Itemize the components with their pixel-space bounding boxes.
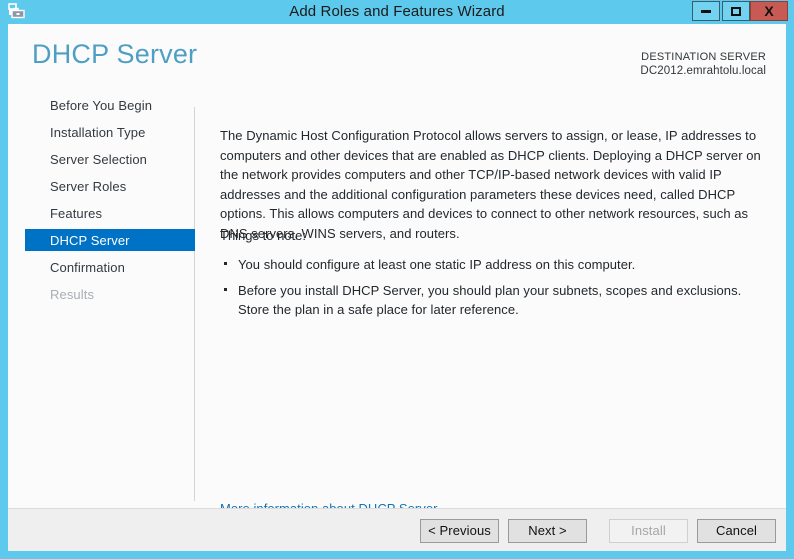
maximize-icon <box>731 6 741 16</box>
wizard-window: Add Roles and Features Wizard X DHCP Ser… <box>0 0 794 559</box>
page-title: DHCP Server <box>32 39 198 69</box>
maximize-button[interactable] <box>722 1 750 21</box>
sidebar-item-features[interactable]: Features <box>25 202 195 224</box>
list-item: You should configure at least one static… <box>220 255 773 275</box>
notes-list: You should configure at least one static… <box>220 255 773 326</box>
sidebar-item-results: Results <box>50 286 95 302</box>
page-body: Before You Begin Installation Type Serve… <box>8 85 786 516</box>
sidebar-item-server-selection[interactable]: Server Selection <box>25 148 195 170</box>
next-button[interactable]: Next > <box>508 519 587 543</box>
sidebar-item-dhcp-server[interactable]: DHCP Server <box>25 229 195 251</box>
page-header: DHCP Server DESTINATION SERVER DC2012.em… <box>8 24 786 85</box>
things-to-note-label: Things to note: <box>220 228 306 243</box>
sidebar-item-installation-type[interactable]: Installation Type <box>25 121 195 143</box>
main-content: The Dynamic Host Configuration Protocol … <box>195 85 786 516</box>
install-button: Install <box>609 519 688 543</box>
server-manager-icon <box>8 3 26 21</box>
destination-server-name: DC2012.emrahtolu.local <box>640 65 766 77</box>
minimize-button[interactable] <box>692 1 720 21</box>
footer-button-bar: < Previous Next > Install Cancel <box>8 508 786 551</box>
list-item: Before you install DHCP Server, you shou… <box>220 281 773 320</box>
intro-paragraph: The Dynamic Host Configuration Protocol … <box>220 128 761 241</box>
window-title: Add Roles and Features Wizard <box>289 3 505 20</box>
destination-server-block: DESTINATION SERVER DC2012.emrahtolu.loca… <box>640 50 766 78</box>
destination-server-label: DESTINATION SERVER <box>641 51 766 63</box>
sidebar-item-server-roles[interactable]: Server Roles <box>25 175 195 197</box>
sidebar-item-confirmation[interactable]: Confirmation <box>25 256 195 278</box>
title-bar: Add Roles and Features Wizard X <box>0 0 794 24</box>
previous-button[interactable]: < Previous <box>420 519 499 543</box>
close-button[interactable]: X <box>750 1 788 21</box>
cancel-button[interactable]: Cancel <box>697 519 776 543</box>
client-area: DHCP Server DESTINATION SERVER DC2012.em… <box>8 24 786 551</box>
sidebar-item-before-you-begin[interactable]: Before You Begin <box>25 94 195 116</box>
minimize-icon <box>701 9 711 13</box>
wizard-steps-sidebar: Before You Begin Installation Type Serve… <box>8 85 195 508</box>
